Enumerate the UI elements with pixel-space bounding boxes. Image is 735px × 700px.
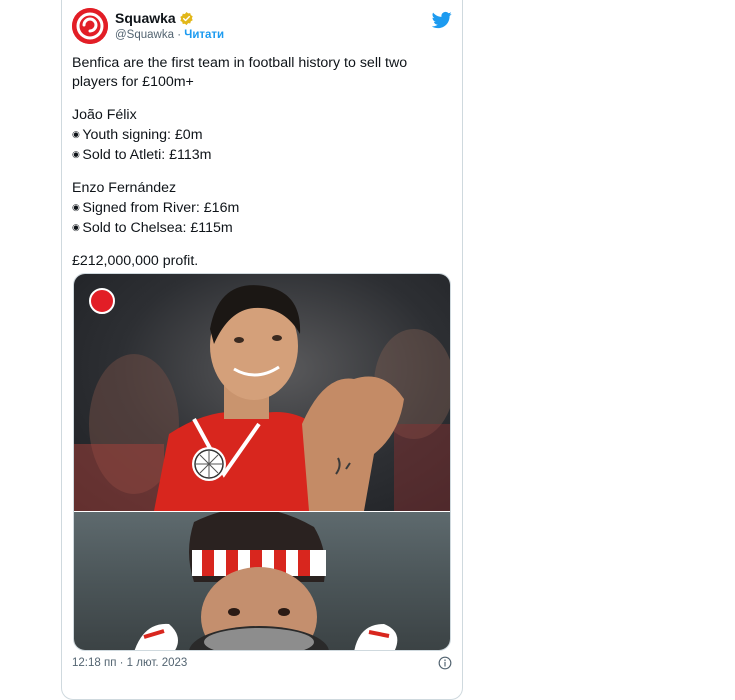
photo-joao-felix[interactable] [74, 512, 450, 650]
author-block: Squawka @Squawka · Читати [115, 10, 224, 41]
tweet-body: Benfica are the first team in football h… [72, 54, 447, 271]
tweet-headline: Benfica are the first team in football h… [72, 55, 408, 90]
twitter-bird-icon[interactable] [432, 10, 452, 30]
squawka-logo-icon [72, 8, 108, 44]
tweet-timestamp[interactable]: 12:18 пп · 1 лют. 2023 [72, 657, 187, 669]
player1-name: João Félix [72, 107, 137, 123]
tweet-media[interactable] [73, 273, 451, 651]
author-handle[interactable]: @Squawka [115, 29, 174, 41]
separator: · [177, 29, 182, 41]
tweet-header: Squawka @Squawka · Читати [72, 6, 452, 46]
info-icon[interactable] [438, 656, 452, 670]
photo-enzo-fernandez[interactable] [74, 274, 450, 511]
tweet-profit: £212,000,000 profit. [72, 253, 199, 269]
verified-badge-icon [180, 11, 193, 25]
avatar[interactable] [72, 8, 108, 44]
follow-link[interactable]: Читати [184, 29, 224, 41]
player1-line1: Youth signing: £0m [72, 125, 447, 145]
player2-name: Enzo Fernández [72, 180, 177, 196]
player2-line2: Sold to Chelsea: £115m [72, 218, 447, 238]
tweet-footer: 12:18 пп · 1 лют. 2023 [72, 656, 452, 670]
player-photo-illustration [74, 285, 450, 511]
player-photo-illustration-2 [134, 512, 398, 650]
squawka-watermark-icon [89, 288, 115, 314]
player1-line2: Sold to Atleti: £113m [72, 145, 447, 165]
author-name[interactable]: Squawka [115, 10, 176, 26]
player2-line1: Signed from River: £16m [72, 198, 447, 218]
tweet-card[interactable]: Squawka @Squawka · Читати Benfica are th… [61, 0, 463, 700]
